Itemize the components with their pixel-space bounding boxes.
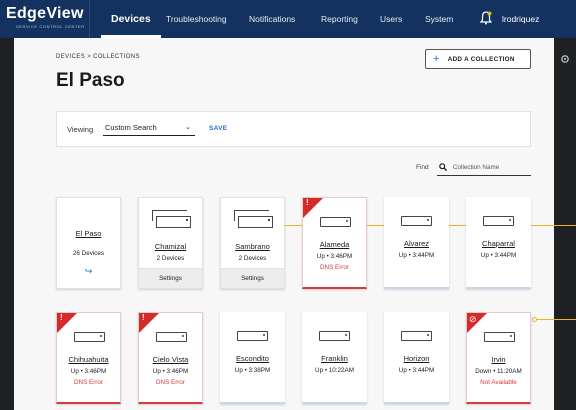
connector-node xyxy=(532,317,537,322)
collection-search-field[interactable] xyxy=(437,160,531,176)
device-icon xyxy=(74,332,105,342)
settings-button[interactable]: Settings xyxy=(221,268,284,288)
group-card-sambrano[interactable]: Sambrano 2 Devices Settings xyxy=(220,197,285,289)
chevron-down-icon: ⌄ xyxy=(185,124,191,131)
device-group-icon xyxy=(234,210,273,228)
connector-line-irvin xyxy=(534,319,576,320)
device-name[interactable]: Irvin xyxy=(467,355,530,364)
alert-icon: ! xyxy=(306,198,309,207)
gear-icon[interactable] xyxy=(560,54,570,64)
logo-tagline: SERVICE CONTROL CENTER xyxy=(16,24,85,29)
view-select-value: Custom Search xyxy=(105,123,157,132)
device-status: Up • 3:46PM xyxy=(152,368,189,375)
device-card-alvarez[interactable]: Alvarez Up • 3:44PM xyxy=(384,197,449,289)
device-name[interactable]: Chaparral xyxy=(466,239,531,248)
collection-search-input[interactable] xyxy=(453,162,529,173)
tab-devices[interactable]: Devices xyxy=(101,0,161,38)
device-icon xyxy=(320,217,351,227)
device-name[interactable]: Cielo Vista xyxy=(139,355,202,364)
device-icon xyxy=(401,216,432,226)
tab-troubleshooting[interactable]: Troubleshooting xyxy=(166,0,227,38)
device-name[interactable]: Franklin xyxy=(302,354,367,363)
device-status: Up • 10:22AM xyxy=(315,367,354,374)
device-status: Up • 3:46PM xyxy=(70,368,107,375)
return-arrow-icon[interactable]: ↪ xyxy=(57,266,120,277)
collection-name[interactable]: Chamizal xyxy=(139,242,202,251)
device-card-chaparral[interactable]: Chaparral Up • 3:44PM xyxy=(466,197,531,289)
nav-divider xyxy=(89,0,90,38)
settings-button[interactable]: Settings xyxy=(139,268,202,288)
plus-icon: + xyxy=(433,53,440,65)
tab-reporting[interactable]: Reporting xyxy=(321,0,358,38)
device-card-irvin[interactable]: ⊘ Irvin Down • 11:20AM Not Available xyxy=(466,312,531,404)
device-icon xyxy=(156,332,187,342)
device-card-horizon[interactable]: Horizon Up • 3:44PM xyxy=(384,312,449,404)
add-collection-label: ADD A COLLECTION xyxy=(447,55,515,63)
device-icon xyxy=(484,332,515,342)
device-card-alameda[interactable]: ! Alameda Up • 3:46PM DNS Error xyxy=(302,197,367,289)
save-view-button[interactable]: SAVE xyxy=(209,125,227,132)
device-status: Up • 3:38PM xyxy=(234,367,271,374)
device-name[interactable]: Alameda xyxy=(303,240,366,249)
viewing-label: Viewing xyxy=(67,125,94,134)
top-nav-bar: EdgeView SERVICE CONTROL CENTER Devices … xyxy=(0,0,576,38)
collection-name[interactable]: El Paso xyxy=(57,229,120,238)
alert-icon: ! xyxy=(60,313,63,322)
device-error: DNS Error xyxy=(73,379,104,386)
tab-notifications[interactable]: Notifications xyxy=(249,0,295,38)
notification-bell-icon[interactable] xyxy=(480,11,492,25)
alert-icon: ! xyxy=(142,313,145,322)
device-count: 2 Devices xyxy=(238,255,267,262)
parent-collection-card[interactable]: El Paso 26 Devices ↪ xyxy=(56,197,121,289)
user-menu[interactable]: lrodriquez xyxy=(502,0,539,38)
device-card-franklin[interactable]: Franklin Up • 10:22AM xyxy=(302,312,367,404)
device-card-chihuahuita[interactable]: ! Chihuahuita Up • 3:46PM DNS Error xyxy=(56,312,121,404)
tab-system[interactable]: System xyxy=(425,0,453,38)
device-name[interactable]: Horizon xyxy=(384,354,449,363)
device-error: Not Available xyxy=(480,379,517,386)
device-card-escondito[interactable]: Escondito Up • 3:38PM xyxy=(220,312,285,404)
add-collection-button[interactable]: + ADD A COLLECTION xyxy=(425,49,531,69)
device-status: Down • 11:20AM xyxy=(475,368,522,375)
device-icon xyxy=(319,331,350,341)
device-error: DNS Error xyxy=(155,379,186,386)
search-icon xyxy=(439,163,447,171)
device-count: 2 Devices xyxy=(156,255,185,262)
view-select-dropdown[interactable]: Custom Search ⌄ xyxy=(103,121,195,136)
find-label: Find xyxy=(416,164,429,171)
device-status: Up • 3:44PM xyxy=(398,367,435,374)
device-icon xyxy=(483,216,514,226)
tab-users[interactable]: Users xyxy=(380,0,402,38)
collection-name[interactable]: Sambrano xyxy=(221,242,284,251)
device-icon xyxy=(401,331,432,341)
page-title: El Paso xyxy=(56,70,125,91)
viewing-bar: Viewing Custom Search ⌄ SAVE xyxy=(56,111,531,147)
device-status: Up • 3:44PM xyxy=(480,252,517,259)
device-status: Up • 3:46PM xyxy=(316,253,353,260)
edgeview-logo[interactable]: EdgeView SERVICE CONTROL CENTER xyxy=(6,5,85,29)
device-error: DNS Error xyxy=(319,264,350,271)
breadcrumb[interactable]: DEVICES > COLLECTIONS xyxy=(56,54,140,60)
logo-wordmark: EdgeView xyxy=(6,5,84,22)
device-status: Up • 3:44PM xyxy=(398,252,435,259)
device-name[interactable]: Alvarez xyxy=(384,239,449,248)
device-name[interactable]: Escondito xyxy=(220,354,285,363)
device-name[interactable]: Chihuahuita xyxy=(57,355,120,364)
device-group-icon xyxy=(152,210,191,228)
device-icon xyxy=(237,331,268,341)
device-count: 26 Devices xyxy=(72,250,105,257)
device-card-cielo-vista[interactable]: ! Cielo Vista Up • 3:46PM DNS Error xyxy=(138,312,203,404)
unavailable-icon: ⊘ xyxy=(469,314,477,324)
group-card-chamizal[interactable]: Chamizal 2 Devices Settings xyxy=(138,197,203,289)
